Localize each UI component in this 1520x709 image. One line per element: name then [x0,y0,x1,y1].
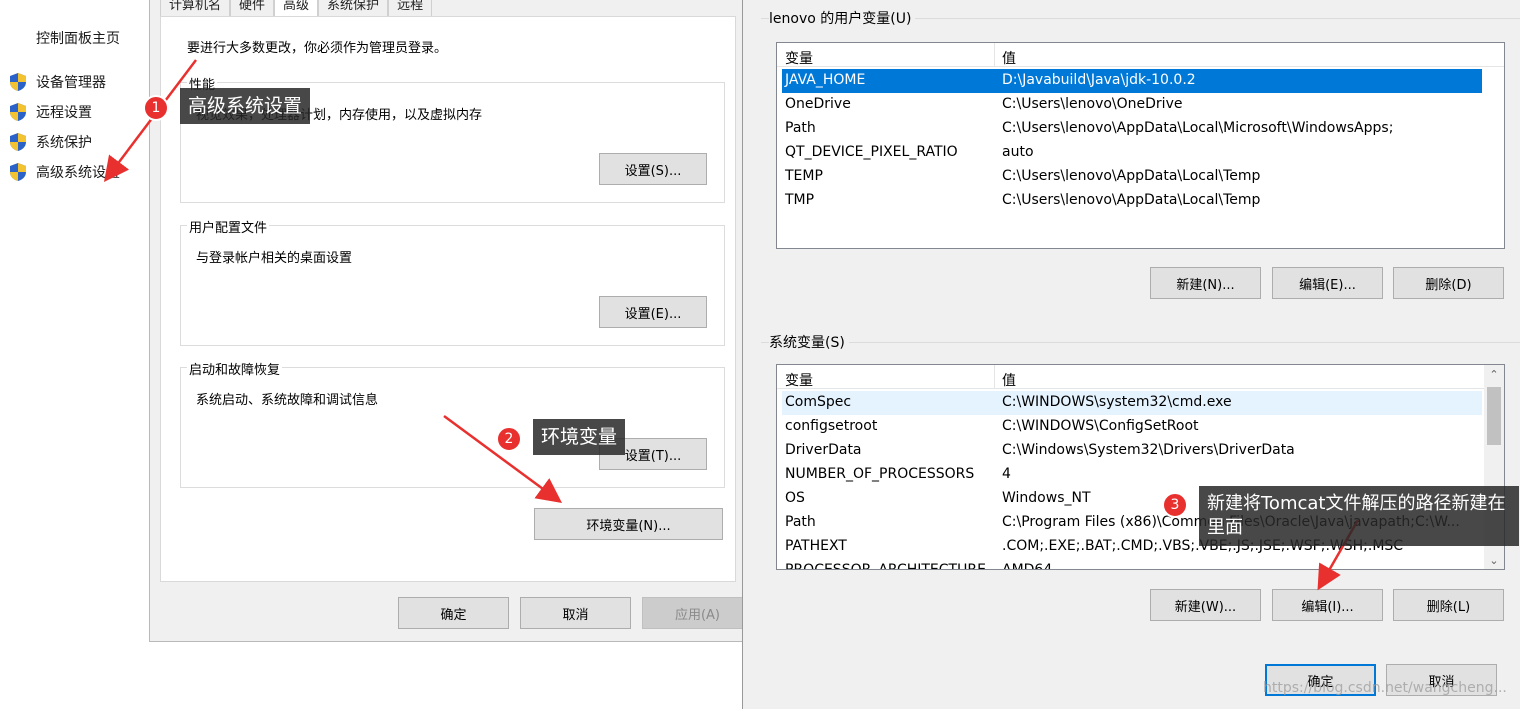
tab-hardware[interactable]: 硬件 [230,0,275,17]
list-item[interactable]: Path C:\Users\lenovo\AppData\Local\Micros… [782,117,1482,141]
user-vars-section-label: lenovo 的用户变量(U) [769,8,916,28]
user-delete-button[interactable]: 删除(D) [1393,267,1504,299]
variable-value: C:\Users\lenovo\AppData\Local\Temp [1002,168,1261,184]
scrollbar-thumb[interactable] [1487,387,1501,445]
startup-recovery-group: 启动和故障恢复 系统启动、系统故障和调试信息 设置(T)... [180,359,725,488]
tab-strip: 计算机名 硬件 高级 系统保护 远程 [160,0,433,19]
uac-shield-icon [10,163,26,181]
variable-name: DriverData [785,442,862,458]
user-profiles-settings-button[interactable]: 设置(E)... [599,296,707,328]
variable-value: C:\Users\lenovo\OneDrive [1002,96,1183,112]
variable-name: configsetroot [785,418,878,434]
sidebar-link-label: 高级系统设置 [36,165,120,181]
tab-system-protection[interactable]: 系统保护 [318,0,389,17]
uac-shield-icon [10,73,26,91]
group-title: 用户配置文件 [187,217,270,236]
list-item[interactable]: TEMP C:\Users\lenovo\AppData\Local\Temp [782,165,1482,189]
cancel-button[interactable]: 取消 [520,597,631,629]
user-variables-list[interactable]: 变量 值 JAVA_HOME D:\Javabuild\Java\jdk-10.0… [776,42,1505,249]
list-item[interactable]: ComSpec C:\WINDOWS\system32\cmd.exe [782,391,1482,415]
variable-value: 4 [1002,466,1011,482]
annotation-badge-3: 3 [1162,492,1188,518]
environment-variables-dialog: lenovo 的用户变量(U) 变量 值 JAVA_HOME D:\Javabui… [742,0,1520,709]
list-header: 变量 值 [777,365,1504,389]
sidebar-link-advanced-system-settings[interactable]: 高级系统设置 [8,161,120,183]
variable-value: D:\Javabuild\Java\jdk-10.0.2 [1002,72,1196,88]
variable-name: QT_DEVICE_PIXEL_RATIO [785,144,958,160]
variable-value: AMD64 [1002,562,1053,570]
variable-value: C:\WINDOWS\system32\cmd.exe [1002,394,1232,410]
user-profiles-group: 用户配置文件 与登录帐户相关的桌面设置 设置(E)... [180,217,725,346]
variable-name: PATHEXT [785,538,847,554]
annotation-callout-3: 新建将Tomcat文件解压的路径新建在里面 [1199,486,1519,546]
sidebar-link-system-protection[interactable]: 系统保护 [8,131,92,153]
variable-value: C:\Windows\System32\Drivers\DriverData [1002,442,1295,458]
annotation-badge-1: 1 [143,95,169,121]
system-vars-section-label: 系统变量(S) [769,332,849,352]
list-item[interactable]: NUMBER_OF_PROCESSORS 4 [782,463,1482,487]
variable-value: C:\WINDOWS\ConfigSetRoot [1002,418,1199,434]
uac-shield-icon [10,103,26,121]
group-description: 系统启动、系统故障和调试信息 [196,393,379,408]
scroll-down-arrow-icon[interactable]: ⌄ [1484,551,1504,569]
variable-name: OS [785,490,805,506]
variable-name: NUMBER_OF_PROCESSORS [785,466,975,482]
column-header-value[interactable]: 值 [1002,370,1016,390]
list-header: 变量 值 [777,43,1504,67]
sidebar-link-device-manager[interactable]: 设备管理器 [8,71,106,93]
column-separator[interactable] [994,43,995,67]
annotation-callout-1: 高级系统设置 [180,88,311,124]
variable-name: OneDrive [785,96,851,112]
list-item[interactable]: TMP C:\Users\lenovo\AppData\Local\Temp [782,189,1482,213]
environment-variables-button[interactable]: 环境变量(N)... [534,508,723,540]
column-header-value[interactable]: 值 [1002,48,1016,68]
variable-name: PROCESSOR_ARCHITECTURE [785,562,986,570]
system-delete-button[interactable]: 删除(L) [1393,589,1504,621]
user-new-button[interactable]: 新建(N)... [1150,267,1261,299]
column-separator[interactable] [994,365,995,389]
system-new-button[interactable]: 新建(W)... [1150,589,1261,621]
column-header-name[interactable]: 变量 [785,48,813,68]
group-description: 与登录帐户相关的桌面设置 [196,251,353,266]
annotation-badge-2: 2 [496,426,522,452]
tab-computer-name[interactable]: 计算机名 [160,0,231,17]
scroll-up-arrow-icon[interactable]: ⌃ [1484,365,1504,383]
variable-name: Path [785,514,816,530]
variable-value: auto [1002,144,1034,160]
list-item[interactable]: JAVA_HOME D:\Javabuild\Java\jdk-10.0.2 [782,69,1482,93]
user-edit-button[interactable]: 编辑(E)... [1272,267,1383,299]
system-vars-group-line [761,342,1520,343]
sidebar-link-label: 系统保护 [36,135,92,151]
sidebar-link-label: 远程设置 [36,105,92,121]
list-item[interactable]: OneDrive C:\Users\lenovo\OneDrive [782,93,1482,117]
performance-settings-button[interactable]: 设置(S)... [599,153,707,185]
admin-note: 要进行大多数更改，你必须作为管理员登录。 [187,41,448,56]
variable-name: ComSpec [785,394,852,410]
apply-button[interactable]: 应用(A) [642,597,753,629]
annotation-callout-2: 环境变量 [533,419,626,455]
list-item[interactable]: DriverData C:\Windows\System32\Drivers\Dr… [782,439,1482,463]
variable-name: Path [785,120,816,136]
variable-name: TMP [785,192,815,208]
uac-shield-icon [10,133,26,151]
list-item[interactable]: configsetroot C:\WINDOWS\ConfigSetRoot [782,415,1482,439]
variable-name: TEMP [785,168,823,184]
column-header-name[interactable]: 变量 [785,370,813,390]
variable-value: C:\Users\lenovo\AppData\Local\Microsoft\… [1002,120,1394,136]
group-title: 启动和故障恢复 [187,359,283,378]
sidebar-link-remote-settings[interactable]: 远程设置 [8,101,92,123]
sidebar-link-label: 设备管理器 [36,75,106,91]
variable-name: JAVA_HOME [785,72,866,88]
variable-value: C:\Users\lenovo\AppData\Local\Temp [1002,192,1261,208]
watermark: https://blog.csdn.net/wangcheng... [1263,680,1507,696]
control-panel-home-link[interactable]: 控制面板主页 [36,28,120,48]
tab-remote[interactable]: 远程 [388,0,433,17]
system-edit-button[interactable]: 编辑(I)... [1272,589,1383,621]
ok-button[interactable]: 确定 [398,597,509,629]
list-item[interactable]: PROCESSOR_ARCHITECTURE AMD64 [782,559,1482,570]
list-item[interactable]: QT_DEVICE_PIXEL_RATIO auto [782,141,1482,165]
